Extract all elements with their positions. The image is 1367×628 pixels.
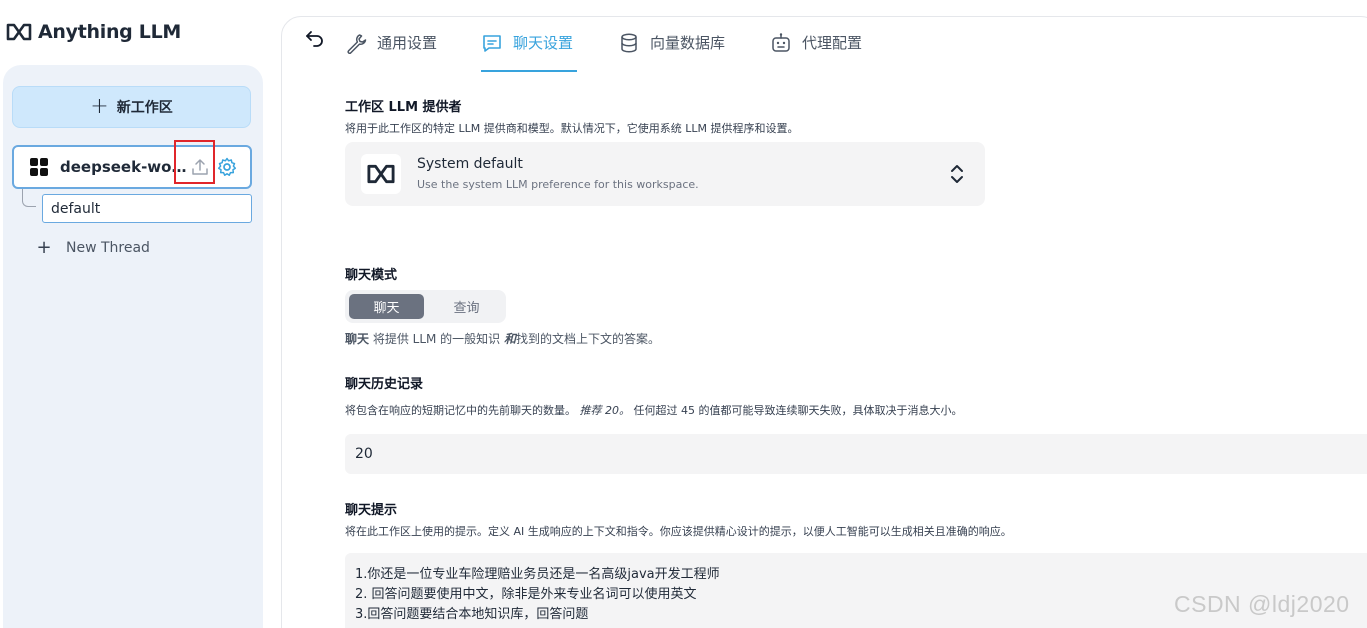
- llm-provider-title: 工作区 LLM 提供者: [345, 100, 462, 115]
- history-desc-start: 将包含在响应的短期记忆中的先前聊天的数量。: [345, 404, 576, 417]
- thread-tree-connector: [22, 189, 36, 207]
- mode-chat-option[interactable]: 聊天: [349, 294, 424, 319]
- mode-query-option[interactable]: 查询: [429, 294, 504, 319]
- anythingllm-logo-icon: [361, 154, 401, 194]
- plus-icon: +: [36, 237, 52, 258]
- mode-desc-mid: 将提供 LLM 的一般知识: [369, 332, 504, 346]
- database-icon: [621, 33, 637, 53]
- tab-agent-config[interactable]: 代理配置: [770, 28, 862, 72]
- chat-history-description: 将包含在响应的短期记忆中的先前聊天的数量。 推荐 20。 任何超过 45 的值都…: [345, 402, 963, 418]
- prompt-line: 1.你还是一位专业车险理赔业务员还是一名高级java开发工程师: [355, 567, 720, 582]
- mode-desc-end: 找到的文档上下文的答案。: [516, 332, 661, 346]
- tab-label: 通用设置: [377, 34, 438, 52]
- chat-history-input[interactable]: [345, 434, 1367, 474]
- tab-vector-database[interactable]: 向量数据库: [618, 28, 725, 72]
- history-desc-recommend: 推荐 20。: [579, 404, 631, 417]
- llm-provider-description: 将用于此工作区的特定 LLM 提供商和模型。默认情况下，它使用系统 LLM 提供…: [345, 122, 799, 135]
- wrench-icon: [347, 34, 367, 54]
- new-workspace-label: 新工作区: [116, 100, 173, 116]
- chat-prompt-description: 将在此工作区上使用的提示。定义 AI 生成响应的上下文和指令。你应该提供精心设计…: [345, 525, 1012, 538]
- chat-mode-title: 聊天模式: [345, 268, 398, 283]
- mode-desc-bold: 聊天: [345, 332, 370, 346]
- chat-mode-toggle: 聊天 查询: [345, 290, 506, 323]
- tab-label: 向量数据库: [650, 34, 726, 52]
- workspace-name: deepseek-workspace: [60, 158, 190, 176]
- robot-icon: [772, 33, 790, 52]
- chat-prompt-title: 聊天提示: [345, 503, 398, 518]
- anythingllm-logo-icon: [6, 23, 32, 41]
- provider-name: System default: [417, 156, 523, 172]
- history-desc-end: 任何超过 45 的值都可能导致连续聊天失败，具体取决于消息大小。: [633, 404, 963, 417]
- tab-general-settings[interactable]: 通用设置: [345, 28, 437, 72]
- mode-desc-and: 和: [504, 332, 517, 346]
- workspace-grid-icon: [30, 158, 48, 176]
- new-thread-button[interactable]: + New Thread: [34, 236, 150, 260]
- chat-mode-description: 聊天 将提供 LLM 的一般知识 和找到的文档上下文的答案。: [345, 330, 660, 347]
- tab-label: 聊天设置: [513, 34, 574, 52]
- new-thread-label: New Thread: [66, 240, 150, 256]
- back-arrow-icon[interactable]: [305, 30, 325, 48]
- upload-icon[interactable]: [190, 157, 210, 177]
- provider-subtitle: Use the system LLM preference for this w…: [417, 178, 699, 191]
- gear-icon[interactable]: [217, 157, 237, 177]
- brand-logo: Anything LLM: [6, 18, 181, 46]
- watermark: CSDN @ldj2020: [1174, 591, 1350, 617]
- chat-icon: [483, 35, 501, 52]
- thread-item-default[interactable]: default: [42, 194, 252, 223]
- new-workspace-button[interactable]: + 新工作区: [12, 86, 251, 128]
- llm-provider-select[interactable]: System default Use the system LLM prefer…: [345, 142, 985, 206]
- chat-history-title: 聊天历史记录: [345, 377, 424, 392]
- plus-icon: +: [90, 94, 109, 119]
- tab-chat-settings[interactable]: 聊天设置: [481, 28, 577, 72]
- workspace-item[interactable]: deepseek-workspace: [12, 145, 252, 189]
- brand-name: Anything LLM: [38, 21, 182, 43]
- chevron-up-down-icon: [951, 165, 963, 183]
- tab-label: 代理配置: [802, 34, 863, 52]
